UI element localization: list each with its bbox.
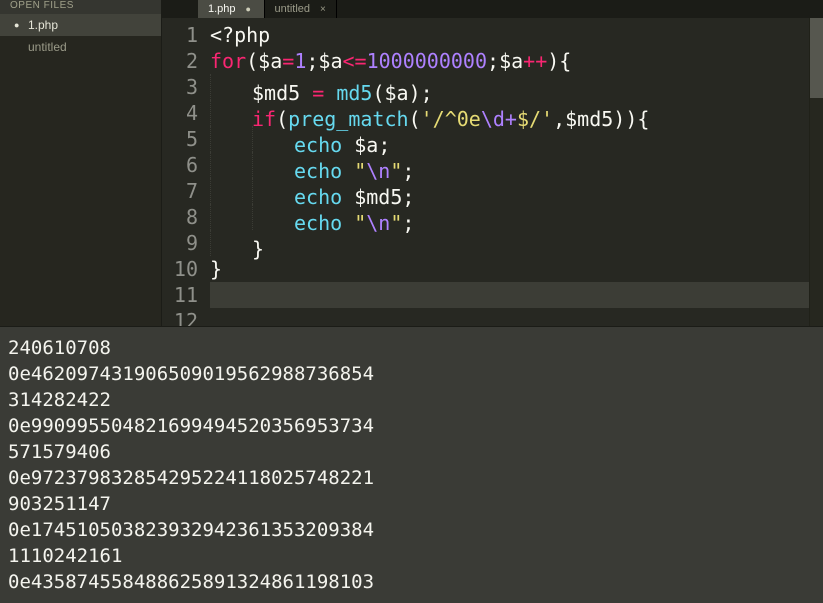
line-number: 4 [162, 100, 198, 126]
sidebar-item-untitled[interactable]: untitled [0, 36, 161, 58]
line-number: 9 [162, 230, 198, 256]
line-number: 8 [162, 204, 198, 230]
code-line[interactable]: <?php [210, 22, 809, 48]
line-number: 1 [162, 22, 198, 48]
code-line[interactable]: echo $md5; [210, 178, 809, 204]
blank-icon [14, 43, 22, 51]
tab-1php[interactable]: 1.php ● [198, 0, 265, 18]
code-line[interactable]: echo "\n"; [210, 152, 809, 178]
code-line[interactable]: echo "\n"; [210, 204, 809, 230]
line-number: 3 [162, 74, 198, 100]
tab-bar: 1.php ● untitled × [162, 0, 823, 18]
tab-label: untitled [275, 3, 310, 15]
line-number: 12 [162, 308, 198, 322]
line-number: 6 [162, 152, 198, 178]
sidebar: OPEN FILES ● 1.php untitled [0, 0, 162, 326]
close-icon[interactable]: × [320, 4, 326, 15]
code-line[interactable]: } [210, 256, 809, 282]
code-line[interactable]: for($a=1;$a<=1000000000;$a++){ [210, 48, 809, 74]
code-line[interactable]: $md5 = md5($a); [210, 74, 809, 100]
scrollbar-thumb[interactable] [810, 18, 823, 98]
code-editor[interactable]: <?phpfor($a=1;$a<=1000000000;$a++){$md5 … [210, 18, 809, 326]
modified-dot-icon: ● [14, 21, 22, 29]
sidebar-item-label: untitled [28, 40, 67, 54]
editor-area: 1.php●untitled× 123456789101112 <?phpfor… [162, 0, 823, 326]
tab-untitled[interactable]: untitled × [265, 0, 337, 18]
code-line[interactable]: if(preg_match('/^0e\d+$/',$md5)){ [210, 100, 809, 126]
code-line[interactable] [210, 308, 809, 322]
line-number: 7 [162, 178, 198, 204]
sidebar-item-label: 1.php [28, 18, 58, 32]
sidebar-header: OPEN FILES [0, 0, 161, 14]
line-gutter: 123456789101112 [162, 18, 210, 326]
code-line[interactable] [210, 282, 809, 308]
line-number: 10 [162, 256, 198, 282]
line-number: 2 [162, 48, 198, 74]
sidebar-item-1php[interactable]: ● 1.php [0, 14, 161, 36]
output-console[interactable]: 240610708 0e4620974319065090195629887368… [0, 326, 823, 603]
modified-dot-icon: ● [246, 5, 254, 13]
line-number: 5 [162, 126, 198, 152]
scrollbar[interactable] [809, 18, 823, 326]
tab-label: 1.php [208, 3, 236, 15]
line-number: 11 [162, 282, 198, 308]
